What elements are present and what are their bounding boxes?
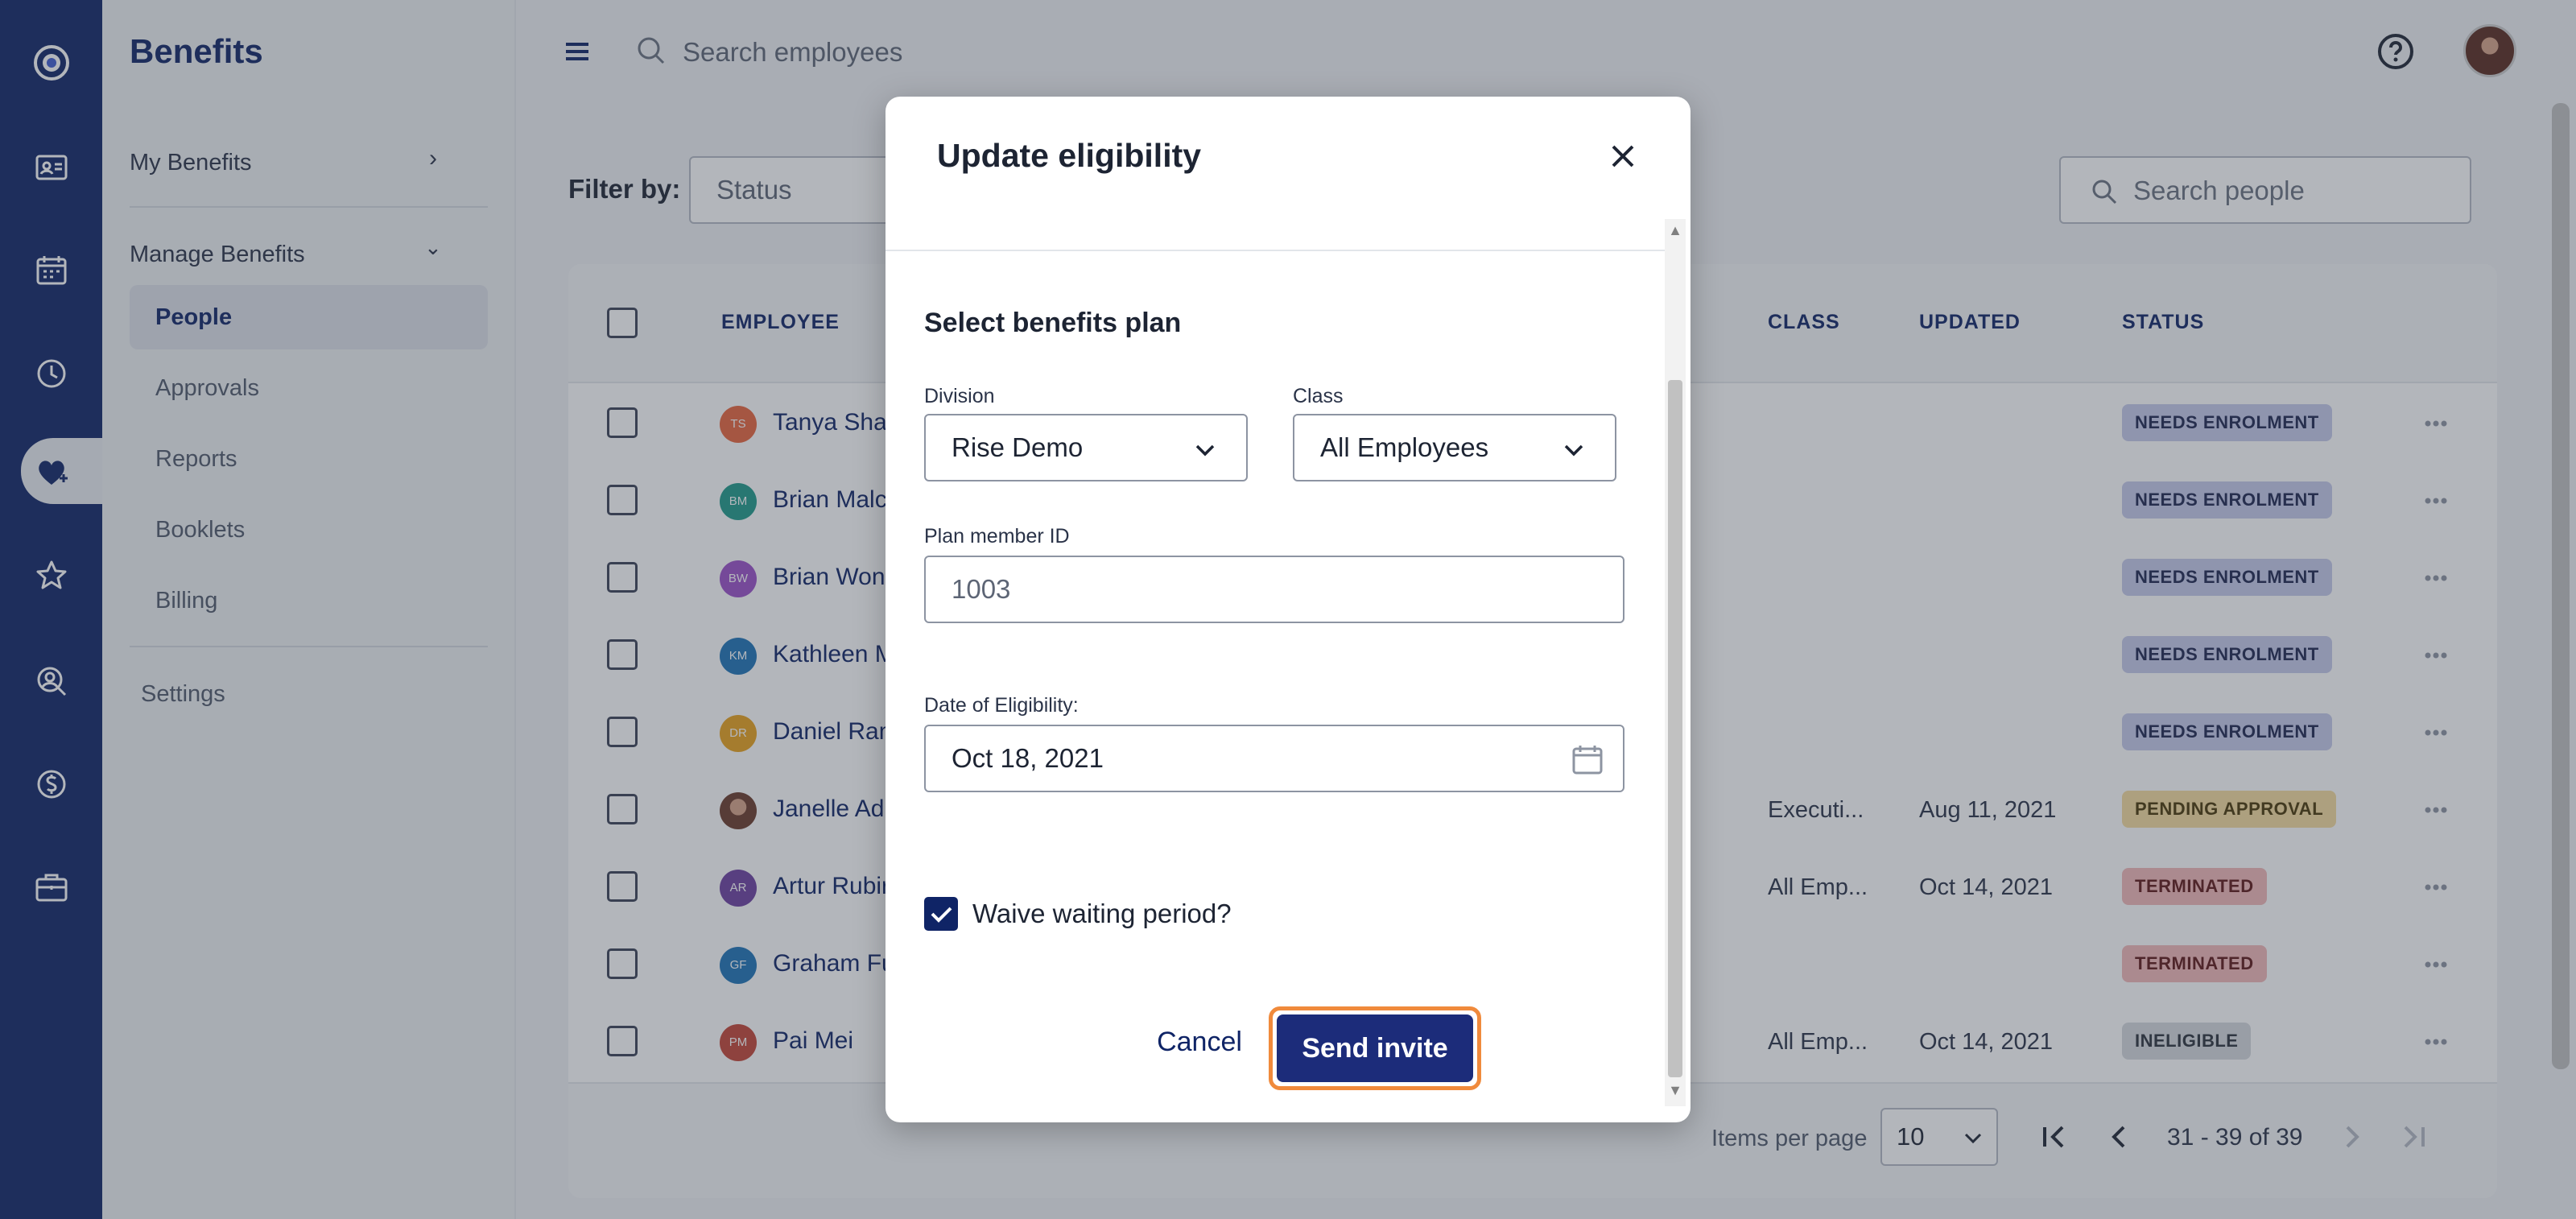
waive-waiting-period-label[interactable]: Waive waiting period? (972, 899, 1232, 929)
dialog-scrollbar-thumb[interactable] (1668, 380, 1682, 1077)
waive-waiting-period-checkbox[interactable] (924, 897, 958, 931)
cancel-button[interactable]: Cancel (1103, 1005, 1296, 1079)
checkmark-icon (931, 907, 952, 923)
division-label: Division (924, 385, 995, 407)
eligibility-date-label: Date of Eligibility: (924, 694, 1079, 717)
member-id-label: Plan member ID (924, 525, 1070, 548)
class-value: All Employees (1320, 432, 1489, 462)
chevron-down-icon (1564, 444, 1583, 457)
division-select[interactable]: Rise Demo (924, 414, 1248, 481)
calendar-icon[interactable] (1568, 741, 1607, 779)
class-label: Class (1293, 385, 1344, 407)
scroll-up-arrow-icon[interactable]: ▲ (1668, 222, 1682, 239)
eligibility-date-value: Oct 18, 2021 (952, 743, 1104, 773)
scroll-down-arrow-icon[interactable]: ▼ (1668, 1082, 1682, 1099)
close-icon[interactable] (1600, 134, 1645, 179)
class-select[interactable]: All Employees (1293, 414, 1616, 481)
member-id-input[interactable]: 1003 (924, 556, 1624, 623)
eligibility-date-input[interactable]: Oct 18, 2021 (924, 725, 1624, 792)
chevron-down-icon (1195, 444, 1215, 457)
update-eligibility-dialog: Update eligibility ▲ ▼ Select benefits p… (886, 97, 1690, 1122)
dialog-title: Update eligibility (937, 137, 1202, 174)
division-value: Rise Demo (952, 432, 1084, 462)
send-invite-button[interactable]: Send invite (1277, 1014, 1473, 1082)
dialog-divider (886, 250, 1665, 251)
section-title: Select benefits plan (924, 308, 1182, 338)
